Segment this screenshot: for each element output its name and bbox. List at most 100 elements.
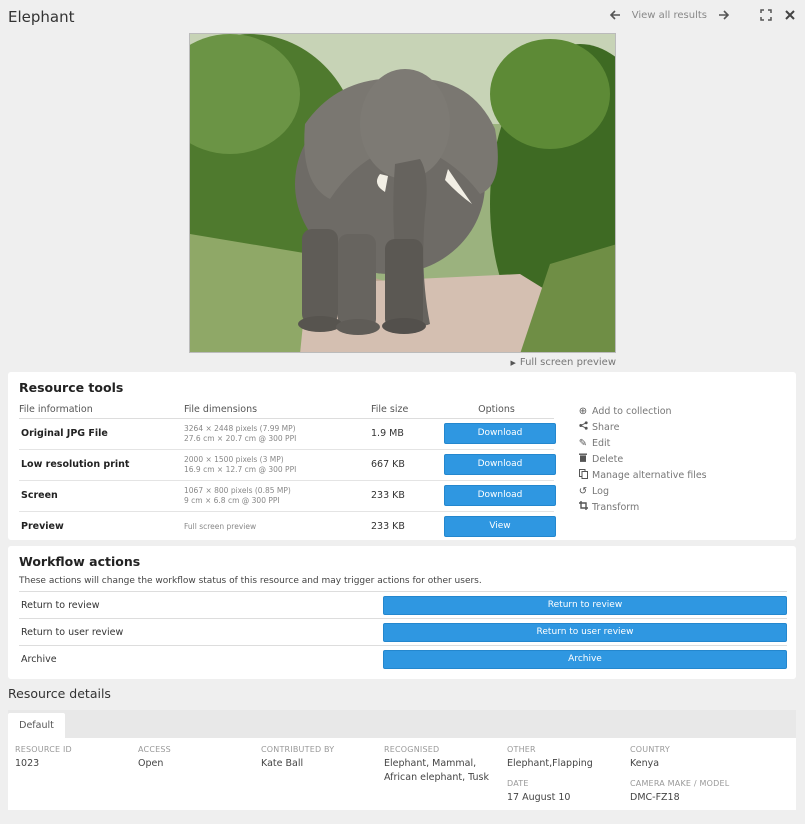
field-contributed-by: CONTRIBUTED BY Kate Ball	[261, 745, 381, 771]
column-header: File information	[19, 402, 184, 419]
workflow-row: Archive Archive	[19, 645, 787, 672]
field-resource-id: RESOURCE ID 1023	[15, 745, 135, 771]
workflow-label: Return to user review	[21, 626, 124, 638]
file-dimensions: 2000 × 1500 pixels (3 MP)	[184, 454, 284, 464]
crop-icon	[578, 501, 588, 513]
link-label: Log	[592, 485, 609, 497]
delete-link[interactable]: Delete	[578, 451, 707, 467]
close-icon[interactable]	[783, 8, 797, 22]
add-to-collection-link[interactable]: ⊕ Add to collection	[578, 403, 707, 419]
tab-default[interactable]: Default	[8, 713, 65, 739]
manage-alternative-files-link[interactable]: Manage alternative files	[578, 467, 707, 483]
file-print-size: 27.6 cm × 20.7 cm @ 300 PPI	[184, 433, 297, 443]
full-screen-preview-label: Full screen preview	[519, 357, 616, 368]
field-key: OTHER	[507, 745, 536, 754]
field-value: Elephant, Mammal, African elephant, Tusk	[384, 758, 489, 783]
full-screen-preview-link[interactable]: ▶ Full screen preview	[510, 357, 616, 368]
file-name: Original JPG File	[19, 418, 184, 450]
file-name: Preview	[21, 521, 64, 533]
arrow-left-icon[interactable]	[608, 8, 622, 22]
history-icon: ↺	[578, 485, 588, 497]
download-button[interactable]: Download	[444, 423, 556, 444]
field-key: ACCESS	[138, 745, 171, 754]
result-navigation: View all results	[608, 8, 797, 22]
file-dimensions: Full screen preview	[184, 521, 257, 531]
field-key: RECOGNISED	[384, 745, 440, 754]
link-label: Edit	[592, 437, 611, 449]
caret-right-icon: ▶	[510, 358, 516, 367]
edit-link[interactable]: ✎ Edit	[578, 435, 707, 451]
field-other: OTHER Elephant,Flapping	[507, 745, 627, 771]
return-to-review-button[interactable]: Return to review	[383, 595, 787, 615]
file-name: Screen	[19, 480, 184, 512]
workflow-description: These actions will change the workflow s…	[19, 576, 482, 586]
field-country: COUNTRY Kenya	[630, 745, 750, 771]
transform-link[interactable]: Transform	[578, 499, 707, 515]
field-value: Kenya	[630, 758, 660, 769]
field-recognised: RECOGNISED Elephant, Mammal, African ele…	[384, 745, 502, 785]
page-title: Elephant	[8, 8, 75, 26]
field-access: ACCESS Open	[138, 745, 258, 771]
file-size: 233 KB	[371, 521, 405, 533]
trash-icon	[578, 453, 588, 465]
copy-icon	[578, 468, 588, 482]
resource-preview-image[interactable]	[189, 33, 616, 353]
field-value: DMC-FZ18	[630, 792, 680, 803]
field-value: Kate Ball	[261, 758, 304, 769]
share-icon	[578, 421, 588, 433]
link-label: Add to collection	[592, 405, 672, 417]
column-header: File size	[371, 402, 439, 419]
column-header: Options	[439, 402, 554, 419]
file-print-size: 9 cm × 6.8 cm @ 300 PPI	[184, 495, 280, 505]
link-label: Share	[592, 421, 620, 433]
expand-icon[interactable]	[759, 8, 773, 22]
link-label: Manage alternative files	[592, 469, 707, 481]
file-dimensions: 3264 × 2448 pixels (7.99 MP)	[184, 423, 296, 433]
field-value: 17 August 10	[507, 792, 571, 803]
resource-tools-title: Resource tools	[19, 380, 124, 395]
field-value: Open	[138, 758, 164, 769]
table-row: Original JPG File 3264 × 2448 pixels (7.…	[19, 418, 556, 450]
share-link[interactable]: Share	[578, 419, 707, 435]
resource-actions-list: ⊕ Add to collection Share ✎ Edit Delete …	[578, 403, 707, 515]
arrow-right-icon[interactable]	[717, 8, 731, 22]
file-table: File information File dimensions File si…	[19, 402, 556, 542]
field-key: CAMERA MAKE / MODEL	[630, 779, 730, 788]
field-date: DATE 17 August 10	[507, 779, 627, 805]
file-size: 1.9 MB	[371, 418, 439, 450]
field-key: CONTRIBUTED BY	[261, 745, 335, 754]
workflow-row: Return to user review Return to user rev…	[19, 618, 787, 645]
workflow-row: Return to review Return to review	[19, 591, 787, 618]
link-label: Transform	[592, 501, 640, 513]
field-key: RESOURCE ID	[15, 745, 72, 754]
log-link[interactable]: ↺ Log	[578, 483, 707, 499]
field-value: 1023	[15, 758, 40, 769]
resource-tools-panel: Resource tools File information File dim…	[8, 372, 796, 540]
table-row: Low resolution print 2000 × 1500 pixels …	[19, 449, 556, 481]
download-button[interactable]: Download	[444, 454, 556, 475]
file-name: Low resolution print	[19, 449, 184, 481]
table-row: Screen 1067 × 800 pixels (0.85 MP) 9 cm ×…	[19, 480, 556, 512]
details-tab-strip: Default	[8, 710, 796, 739]
return-to-user-review-button[interactable]: Return to user review	[383, 622, 787, 642]
view-button[interactable]: View	[444, 516, 556, 538]
link-label: Delete	[592, 453, 624, 465]
field-key: COUNTRY	[630, 745, 670, 754]
view-all-results-link[interactable]: View all results	[632, 10, 707, 21]
file-dimensions: 1067 × 800 pixels (0.85 MP)	[184, 485, 291, 495]
resource-details-panel: RESOURCE ID 1023 ACCESS Open CONTRIBUTED…	[8, 738, 796, 810]
field-value: Elephant,Flapping	[507, 758, 593, 769]
workflow-label: Archive	[21, 653, 57, 665]
plus-circle-icon: ⊕	[578, 405, 588, 417]
table-row: Preview Full screen preview 233 KB View	[19, 511, 556, 542]
file-size: 233 KB	[371, 480, 439, 512]
pencil-icon: ✎	[578, 437, 588, 449]
workflow-title: Workflow actions	[19, 554, 141, 569]
column-header: File dimensions	[184, 402, 371, 419]
download-button[interactable]: Download	[444, 485, 556, 506]
resource-details-title: Resource details	[8, 686, 111, 701]
archive-button[interactable]: Archive	[383, 649, 787, 669]
file-size: 667 KB	[371, 449, 439, 481]
workflow-label: Return to review	[21, 599, 100, 611]
field-camera-model: CAMERA MAKE / MODEL DMC-FZ18	[630, 779, 790, 805]
